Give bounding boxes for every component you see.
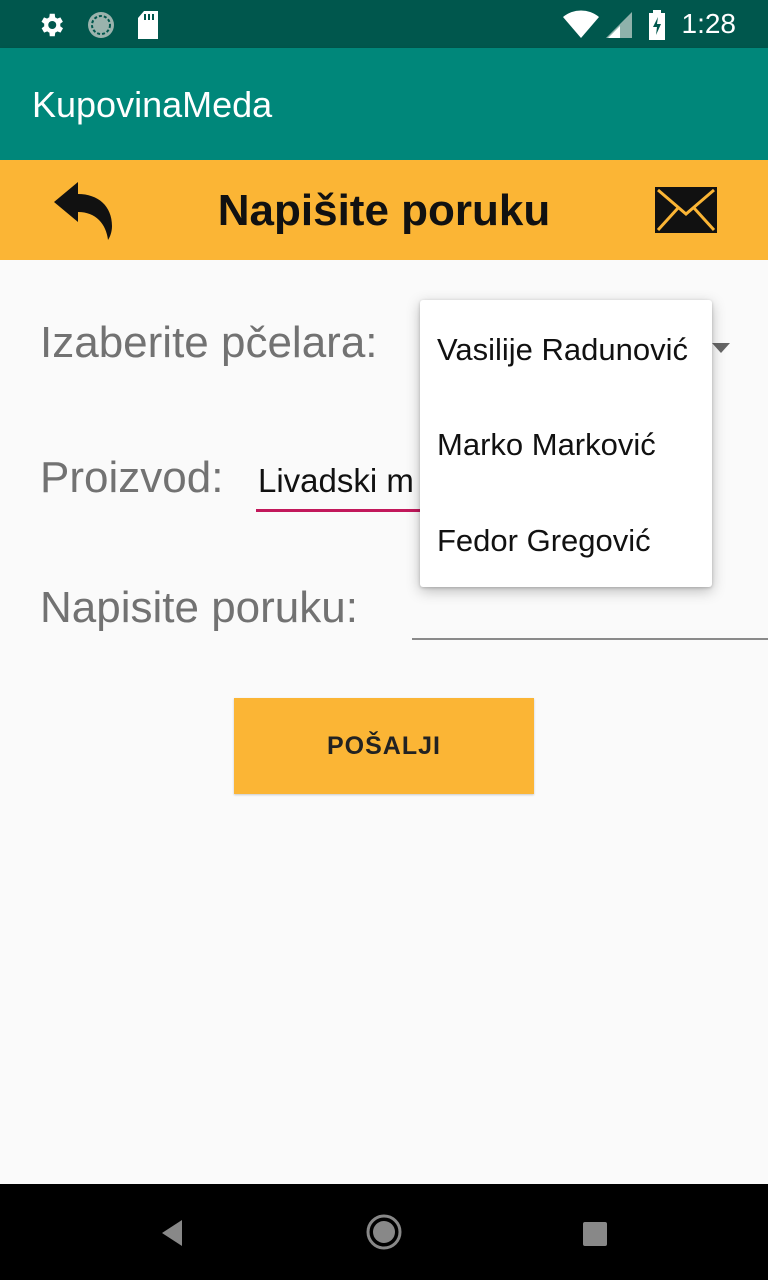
signal-icon [606, 12, 632, 38]
beekeeper-dropdown: Vasilije Radunović Marko Marković Fedor … [420, 300, 712, 587]
send-button-label: POŠALJI [327, 732, 441, 760]
message-input[interactable] [412, 585, 768, 635]
product-input-underline [256, 509, 426, 512]
app-bar: KupovinaMeda [0, 48, 768, 160]
dropdown-option[interactable]: Vasilije Radunović [437, 332, 688, 368]
status-bar: 1:28 [0, 0, 768, 48]
battery-icon [649, 10, 665, 40]
product-label: Proizvod: [40, 453, 224, 502]
sd-card-icon [138, 11, 158, 39]
header-bar: Napišite poruku [0, 160, 768, 260]
page-title: Napišite poruku [217, 186, 551, 235]
back-icon[interactable] [158, 1218, 186, 1248]
beekeeper-label: Izaberite pčelara: [40, 318, 378, 367]
send-button[interactable]: POŠALJI [234, 698, 534, 794]
dropdown-arrow-icon[interactable] [712, 343, 730, 353]
message-label: Napisite poruku: [40, 583, 358, 632]
settings-icon [41, 13, 64, 37]
navigation-bar [0, 1184, 768, 1280]
wifi-icon [563, 10, 599, 38]
sync-icon [88, 12, 114, 38]
dropdown-option[interactable]: Marko Marković [437, 427, 656, 463]
message-input-underline [412, 638, 768, 640]
app-title: KupovinaMeda [32, 84, 273, 125]
product-input[interactable]: Livadski m [258, 462, 414, 500]
envelope-icon[interactable] [654, 186, 718, 234]
home-icon[interactable] [365, 1213, 403, 1251]
clock: 1:28 [681, 8, 737, 39]
dropdown-option[interactable]: Fedor Gregović [437, 523, 651, 559]
recents-icon[interactable] [582, 1221, 608, 1247]
